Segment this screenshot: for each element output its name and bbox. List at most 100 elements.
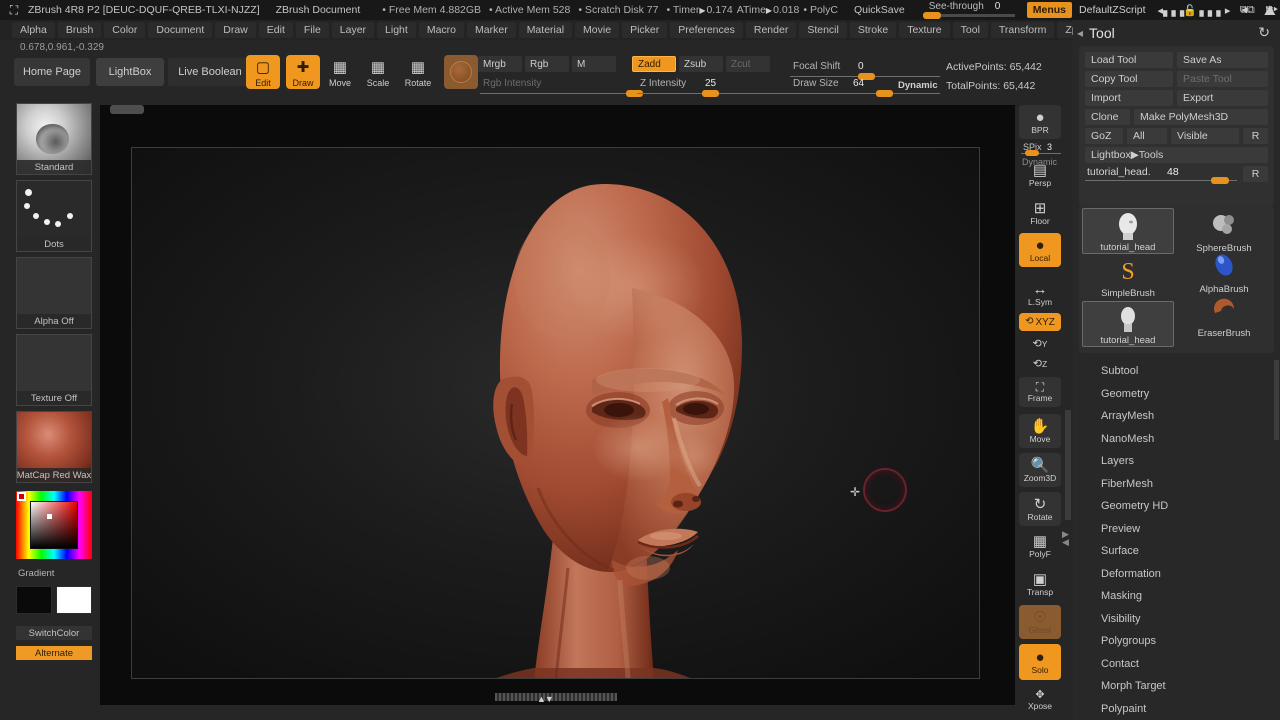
home-page-button[interactable]: Home Page (14, 58, 90, 86)
tool-section-preview[interactable]: Preview (1073, 518, 1280, 541)
menu-item-layer[interactable]: Layer (331, 22, 375, 38)
tool-section-layers[interactable]: Layers (1073, 450, 1280, 473)
menu-item-material[interactable]: Material (518, 22, 573, 38)
right-strip-scrollbar[interactable] (1065, 410, 1071, 520)
menu-item-brush[interactable]: Brush (57, 22, 102, 38)
draw-button[interactable]: ✚ Draw (286, 55, 320, 89)
panel-collapse-icon[interactable]: ◂ (1077, 26, 1083, 40)
tool-item-3[interactable]: AlphaBrush (1178, 249, 1270, 295)
alternate-button[interactable]: Alternate (16, 646, 92, 660)
menu-item-draw[interactable]: Draw (215, 22, 256, 38)
tool-slider-knob[interactable] (1211, 177, 1229, 184)
tool-item-1[interactable]: SphereBrush (1178, 208, 1270, 254)
menu-item-texture[interactable]: Texture (899, 22, 950, 38)
zcut-button[interactable]: Zcut (726, 56, 770, 72)
current-material-swatch[interactable] (444, 55, 478, 89)
minimize-icon[interactable]: ⌄ (1214, 4, 1223, 17)
zoom3d-button[interactable]: 🔍 Zoom3D (1019, 453, 1061, 487)
menu-item-picker[interactable]: Picker (622, 22, 668, 38)
switch-color-button[interactable]: SwitchColor (16, 626, 92, 640)
primary-color-swatch[interactable] (16, 586, 52, 614)
tool-section-geometry[interactable]: Geometry (1073, 383, 1280, 406)
rotate-button[interactable]: ▦ Rotate (401, 55, 435, 89)
tool-section-surface[interactable]: Surface (1073, 540, 1280, 563)
see-through-slider[interactable]: See-through 0 (922, 1, 1015, 19)
default-zscript-label[interactable]: DefaultZScript (1079, 4, 1146, 16)
all-button[interactable]: All (1127, 128, 1167, 144)
refresh-icon[interactable]: ↻ (1258, 24, 1270, 41)
secondary-color-swatch[interactable] (56, 586, 92, 614)
frame-button[interactable]: ⛶ Frame (1019, 377, 1061, 407)
clone-button[interactable]: Clone (1085, 109, 1130, 125)
r-button-visible[interactable]: R (1243, 128, 1268, 144)
canvas-bottom-scrollbar[interactable] (495, 693, 617, 701)
edit-button[interactable]: ▢ Edit (246, 55, 280, 89)
goz-button[interactable]: GoZ (1085, 128, 1123, 144)
save-as-button[interactable]: Save As (1177, 52, 1268, 68)
floor-button[interactable]: ⊞ Floor (1019, 199, 1061, 227)
brush-slot[interactable]: Standard (16, 103, 92, 175)
menu-item-movie[interactable]: Movie (575, 22, 620, 38)
spix-knob[interactable] (1025, 150, 1039, 156)
z-axis-button[interactable]: ⟲ Z (1019, 355, 1061, 373)
menu-item-stroke[interactable]: Stroke (849, 22, 897, 38)
texture-slot[interactable]: Texture Off (16, 334, 92, 406)
menu-item-color[interactable]: Color (104, 22, 146, 38)
load-tool-button[interactable]: Load Tool (1085, 52, 1173, 68)
ghost-button[interactable]: ☉ Ghost (1019, 605, 1061, 639)
tool-panel-scrollbar[interactable] (1274, 360, 1279, 440)
menu-item-edit[interactable]: Edit (258, 22, 293, 38)
visible-button[interactable]: Visible (1171, 128, 1239, 144)
tool-item-5[interactable]: EraserBrush (1178, 293, 1270, 339)
quicksave-button[interactable]: QuickSave (854, 4, 905, 16)
z-intensity-slider[interactable]: Z Intensity 25 (637, 78, 797, 97)
hammer-icon[interactable]: ⛰ (1264, 2, 1276, 19)
menu-item-tool[interactable]: Tool (952, 22, 988, 38)
local-button[interactable]: ● Local (1019, 233, 1061, 267)
rotate-nav-button[interactable]: ↻ Rotate (1019, 492, 1061, 526)
canvas-updown-arrows-icon[interactable]: ▲▼ (537, 694, 554, 704)
menu-item-document[interactable]: Document (148, 22, 213, 38)
maximize-icon[interactable]: ⧉ (1240, 4, 1248, 17)
see-through-knob[interactable] (922, 12, 941, 19)
tool-item-2[interactable]: S SimpleBrush (1082, 253, 1174, 299)
tool-section-arraymesh[interactable]: ArrayMesh (1073, 405, 1280, 428)
menu-item-render[interactable]: Render (745, 22, 797, 38)
dynamic-button[interactable]: Dynamic (898, 80, 938, 91)
canvas-viewport[interactable]: ✛ (131, 147, 980, 679)
tool-item-0[interactable]: tutorial_head (1082, 208, 1174, 254)
tool-section-fibermesh[interactable]: FiberMesh (1073, 473, 1280, 496)
tool-section-masking[interactable]: Masking (1073, 585, 1280, 608)
menu-item-file[interactable]: File (295, 22, 329, 38)
transp-button[interactable]: ▣ Transp (1019, 567, 1061, 601)
z-intensity-knob[interactable] (702, 90, 719, 97)
stroke-slot[interactable]: Dots (16, 180, 92, 252)
tool-section-nanomesh[interactable]: NanoMesh (1073, 428, 1280, 451)
export-button[interactable]: Export (1177, 90, 1268, 106)
tool-section-polypaint[interactable]: Polypaint (1073, 698, 1280, 720)
make-polymesh3d-button[interactable]: Make PolyMesh3D (1134, 109, 1268, 125)
menu-item-light[interactable]: Light (377, 22, 416, 38)
move-nav-button[interactable]: ✋ Move (1019, 414, 1061, 448)
scale-button[interactable]: ▦ Scale (361, 55, 395, 89)
canvas-area[interactable]: ✛ ▲▼ (100, 105, 1015, 705)
lsym-button[interactable]: ↔ L.Sym (1019, 281, 1061, 307)
tool-item-4[interactable]: tutorial_head (1082, 301, 1174, 347)
head-model-3d[interactable] (442, 168, 772, 678)
solo-button[interactable]: ● Solo (1019, 644, 1061, 680)
lightbox-button[interactable]: LightBox (96, 58, 164, 86)
menu-item-transform[interactable]: Transform (990, 22, 1055, 38)
right-strip-arrow-icon[interactable]: ▶ ◀ (1062, 530, 1069, 547)
menu-item-macro[interactable]: Macro (418, 22, 465, 38)
lightbox-tools-button[interactable]: Lightbox▶Tools (1085, 147, 1268, 163)
tool-section-contact[interactable]: Contact (1073, 653, 1280, 676)
menu-item-alpha[interactable]: Alpha (12, 22, 55, 38)
r-button-tool[interactable]: R (1243, 166, 1268, 182)
tool-section-morph-target[interactable]: Morph Target (1073, 675, 1280, 698)
draw-size-knob[interactable] (876, 90, 893, 97)
m-button[interactable]: M (572, 56, 616, 72)
xyz-button[interactable]: ⟲ XYZ (1019, 313, 1061, 331)
move-button[interactable]: ▦ Move (323, 55, 357, 89)
tool-section-geometry-hd[interactable]: Geometry HD (1073, 495, 1280, 518)
color-picker[interactable] (16, 491, 92, 559)
